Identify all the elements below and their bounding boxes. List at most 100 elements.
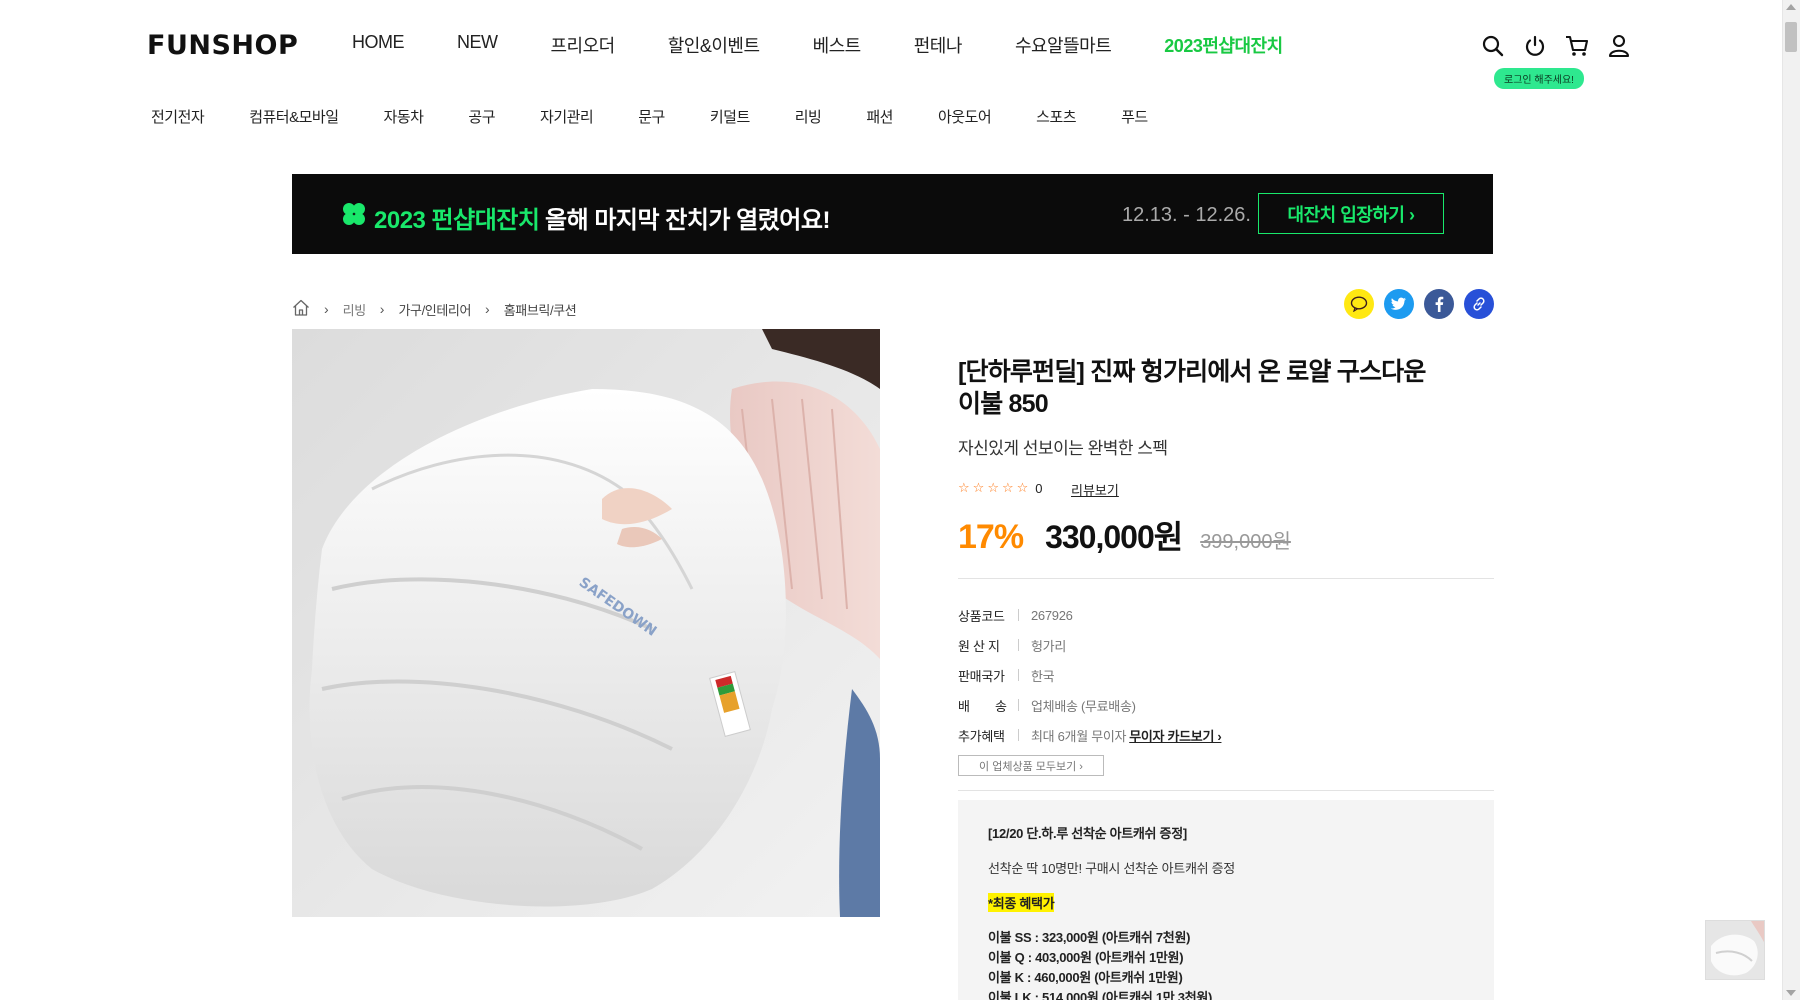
category-electronics[interactable]: 전기전자 — [151, 106, 205, 127]
chevron-right-icon: › — [485, 301, 490, 317]
divider — [958, 790, 1494, 791]
spec-row: 원 산 지 헝가리 — [958, 630, 1221, 660]
spec-label: 상품코드 — [958, 608, 1005, 624]
spec-label: 추가혜택 — [958, 728, 1005, 744]
price-row: 17% 330,000원 399,000원 — [958, 512, 1291, 558]
promo-description: 선착순 딱 10명만! 구매시 선착순 아트캐쉬 증정 — [988, 861, 1235, 876]
product-image[interactable]: SAFEDOWN — [292, 329, 880, 917]
promo-line: 이불 SS : 323,000원 (아트캐쉬 7천원) — [988, 930, 1191, 945]
breadcrumb-item-living[interactable]: 리빙 — [343, 300, 367, 319]
star-icon: ☆ — [958, 480, 970, 495]
category-tools[interactable]: 공구 — [468, 106, 495, 127]
banner-title: 2023 펀샵대잔치 — [374, 207, 540, 234]
star-icon: ☆ — [987, 480, 999, 495]
divider — [1018, 729, 1019, 741]
nav-preorder[interactable]: 프리오더 — [551, 32, 616, 58]
nav-festival[interactable]: 2023펀샵대잔치 — [1164, 32, 1283, 58]
spec-label: 판매국가 — [958, 668, 1005, 684]
spec-label: 배 송 — [958, 698, 1007, 714]
spec-row: 상품코드 267926 — [958, 600, 1221, 630]
search-icon[interactable] — [1480, 33, 1506, 59]
promo-box: [12/20 단.하.루 선착순 아트캐쉬 증정] 선착순 딱 10명만! 구매… — [958, 800, 1494, 1000]
promo-price-list: 이불 SS : 323,000원 (아트캐쉬 7천원) 이불 Q : 403,0… — [988, 928, 1464, 1000]
site-logo[interactable]: FUNSHOP — [147, 30, 298, 61]
spec-label: 원 산 지 — [958, 638, 1000, 654]
promo-line: 이불 Q : 403,000원 (아트캐쉬 1만원) — [988, 950, 1184, 965]
spec-value: 한국 — [1031, 668, 1055, 684]
scrollbar-thumb[interactable] — [1785, 22, 1797, 52]
divider — [1018, 699, 1019, 711]
review-link[interactable]: 리뷰보기 — [1071, 480, 1119, 499]
nav-wednesday-mart[interactable]: 수요알뜰마트 — [1015, 32, 1112, 58]
power-icon[interactable] — [1522, 33, 1548, 59]
spec-value: 최대 6개월 무이자 무이자 카드보기 › — [1031, 726, 1222, 745]
promo-headline: [12/20 단.하.루 선착순 아트캐쉬 증정] — [988, 826, 1187, 841]
category-living[interactable]: 리빙 — [795, 106, 822, 127]
breadcrumb-item-homefabric[interactable]: 홈패브릭/쿠션 — [504, 300, 577, 319]
category-car[interactable]: 자동차 — [384, 106, 424, 127]
scroll-down-arrow[interactable] — [1786, 990, 1796, 996]
login-badge[interactable]: 로그인 해주세요! — [1494, 68, 1584, 89]
nav-home[interactable]: HOME — [352, 32, 405, 58]
nav-funtena[interactable]: 펀테나 — [914, 32, 963, 58]
product-title-line1: [단하루펀딜] 진짜 헝가리에서 온 로얄 구스다운 — [958, 358, 1426, 386]
divider — [1018, 639, 1019, 651]
nav-best[interactable]: 베스트 — [813, 32, 862, 58]
rating-count: 0 — [1035, 480, 1043, 496]
home-icon[interactable] — [292, 299, 310, 319]
sale-price: 330,000원 — [1045, 519, 1183, 555]
product-title: [단하루펀딜] 진짜 헝가리에서 온 로얄 구스다운 이불 850 — [958, 356, 1458, 420]
category-outdoor[interactable]: 아웃도어 — [938, 106, 992, 127]
spec-value: 헝가리 — [1031, 638, 1066, 654]
spec-row: 추가혜택 최대 6개월 무이자 무이자 카드보기 › — [958, 720, 1222, 750]
star-icon: ☆ — [1016, 480, 1029, 495]
divider — [1018, 609, 1019, 621]
breadcrumb-item-furniture[interactable]: 가구/인테리어 — [398, 300, 471, 319]
facebook-icon[interactable] — [1424, 289, 1454, 319]
product-subtitle: 자신있게 선보이는 완벽한 스펙 — [958, 439, 1168, 458]
twitter-icon[interactable] — [1384, 289, 1414, 319]
banner-subtitle: 올해 마지막 잔치가 열렸어요! — [545, 207, 830, 234]
promo-highlight: *최종 혜택가 — [988, 893, 1055, 912]
spec-value: 267926 — [1031, 607, 1073, 623]
user-icon[interactable] — [1606, 33, 1632, 59]
product-specs: 상품코드 267926 원 산 지 헝가리 판매국가 한국 배 송 업체배송 (… — [958, 600, 1222, 750]
category-fashion[interactable]: 패션 — [866, 106, 893, 127]
main-nav: HOME NEW 프리오더 할인&이벤트 베스트 펀테나 수요알뜰마트 2023… — [352, 32, 1336, 58]
talk-icon[interactable] — [1344, 289, 1374, 319]
category-sports[interactable]: 스포츠 — [1036, 106, 1076, 127]
chevron-right-icon: › — [379, 301, 385, 317]
promo-line: 이불 LK : 514,000원 (아트캐쉬 1만 3천원) — [988, 990, 1213, 1000]
clover-icon — [342, 202, 366, 231]
divider — [1018, 669, 1019, 681]
vendor-products-button[interactable]: 이 업체상품 모두보기 › — [958, 755, 1104, 776]
recent-product-thumbnail[interactable] — [1705, 920, 1765, 980]
banner-enter-button[interactable]: 대잔치 입장하기 › — [1258, 193, 1444, 234]
category-computer-mobile[interactable]: 컴퓨터&모바일 — [249, 106, 339, 127]
chevron-right-icon: › — [324, 301, 329, 317]
page-scrollbar[interactable] — [1782, 0, 1800, 1000]
star-icon: ☆ — [1001, 480, 1014, 495]
festival-banner[interactable]: 2023 펀샵대잔치 올해 마지막 잔치가 열렸어요! 12.13. - 12.… — [292, 174, 1493, 254]
category-food[interactable]: 푸드 — [1121, 106, 1148, 127]
scroll-up-arrow[interactable] — [1786, 4, 1796, 10]
banner-dates: 12.13. - 12.26. — [1122, 204, 1251, 226]
breadcrumb: › 리빙 › 가구/인테리어 › 홈패브릭/쿠션 — [292, 299, 577, 319]
installment-card-link[interactable]: 무이자 카드보기 › — [1129, 729, 1222, 744]
spec-value-text: 최대 6개월 무이자 — [1031, 728, 1127, 744]
promo-line: 이불 K : 460,000원 (아트캐쉬 1만원) — [988, 970, 1183, 985]
category-selfcare[interactable]: 자기관리 — [540, 106, 594, 127]
link-icon[interactable] — [1464, 289, 1494, 319]
category-kidult[interactable]: 키덜트 — [710, 106, 750, 127]
category-stationery[interactable]: 문구 — [638, 106, 665, 127]
category-nav: 전기전자 컴퓨터&모바일 자동차 공구 자기관리 문구 키덜트 리빙 패션 아웃… — [151, 106, 1193, 127]
nav-sale-event[interactable]: 할인&이벤트 — [668, 32, 760, 58]
product-title-line2: 이불 850 — [958, 390, 1049, 418]
discount-rate: 17% — [958, 518, 1024, 556]
spec-row: 판매국가 한국 — [958, 660, 1221, 690]
nav-new[interactable]: NEW — [457, 32, 498, 58]
spec-value: 업체배송 (무료배송) — [1031, 698, 1136, 714]
cart-icon[interactable] — [1564, 33, 1590, 59]
divider — [958, 578, 1494, 579]
utility-menu — [1480, 33, 1632, 59]
